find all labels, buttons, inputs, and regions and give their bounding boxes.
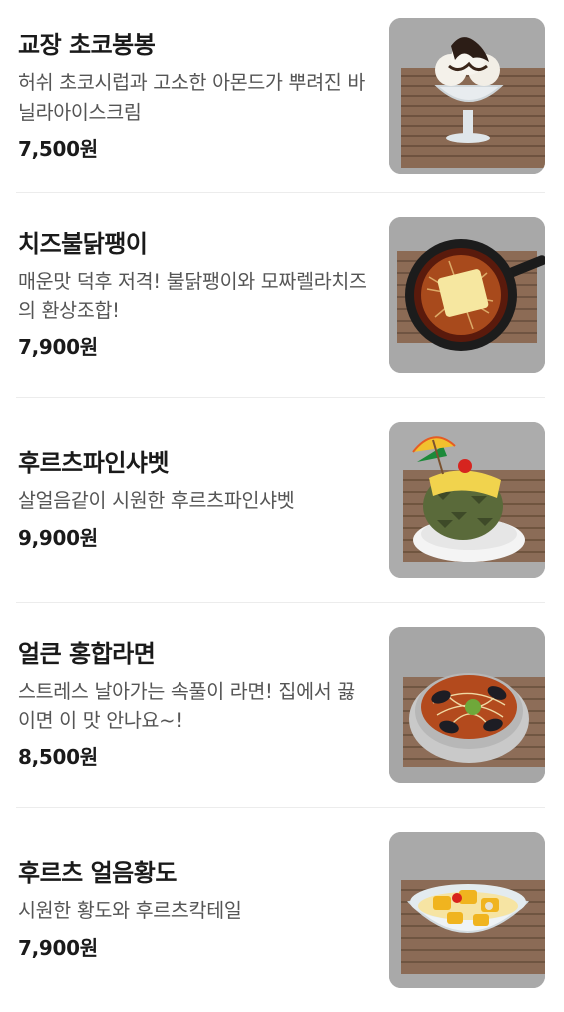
menu-price: 8,500원: [18, 745, 98, 770]
menu-name: 후르츠파인샤벳: [18, 449, 170, 478]
menu-name: 교장 초코봉봉: [18, 31, 156, 60]
menu-price: 7,500원: [18, 136, 98, 161]
chocolate-icecream-sundae-icon: [389, 18, 545, 174]
menu-price: 9,900원: [18, 525, 98, 550]
menu-image[interactable]: [389, 626, 545, 783]
menu-price: 7,900원: [18, 335, 98, 360]
pineapple-sherbet-icon: [389, 421, 545, 578]
menu-description: 시원한 황도와 후르츠칵테일: [18, 899, 242, 923]
menu-info: 후르츠파인샤벳 살얼음같이 시원한 후르츠파인샤벳 9,900원: [18, 448, 389, 550]
menu-info: 교장 초코봉봉 허쉬 초코시럽과 고소한 아몬드가 뿌려진 바닐라아이스크림 7…: [18, 30, 389, 162]
menu-item-cheese-buldak-paengi[interactable]: 치즈불닭팽이 매운맛 덕후 저격! 불닭팽이와 모짜렐라치즈의 환상조합! 7,…: [0, 192, 564, 397]
menu-description: 살얼음같이 시원한 후르츠파인샤벳: [18, 489, 295, 513]
menu-description: 스트레스 날아가는 속풀이 라면! 집에서 끓이면 이 맛 안나요~!: [18, 679, 355, 732]
menu-image[interactable]: [389, 18, 545, 174]
menu-description: 허쉬 초코시럽과 고소한 아몬드가 뿌려진 바닐라아이스크림: [18, 71, 366, 124]
menu-list: 교장 초코봉봉 허쉬 초코시럽과 고소한 아몬드가 뿌려진 바닐라아이스크림 7…: [0, 0, 564, 1012]
menu-name: 얼큰 홍합라면: [18, 639, 156, 668]
menu-info: 치즈불닭팽이 매운맛 덕후 저격! 불닭팽이와 모짜렐라치즈의 환상조합! 7,…: [18, 229, 389, 361]
mussel-ramen-pot-icon: [389, 626, 545, 783]
menu-info: 후르츠 얼음황도 시원한 황도와 후르츠칵테일 7,900원: [18, 858, 389, 960]
menu-name: 치즈불닭팽이: [18, 229, 148, 258]
cheese-fire-chicken-mushroom-pan-icon: [389, 216, 545, 373]
menu-image[interactable]: [389, 831, 545, 988]
menu-price: 7,900원: [18, 935, 98, 960]
menu-name: 후르츠 얼음황도: [18, 859, 177, 888]
menu-image[interactable]: [389, 421, 545, 578]
menu-info: 얼큰 홍합라면 스트레스 날아가는 속풀이 라면! 집에서 끓이면 이 맛 안나…: [18, 639, 389, 771]
menu-item-spicy-mussel-ramen[interactable]: 얼큰 홍합라면 스트레스 날아가는 속풀이 라면! 집에서 끓이면 이 맛 안나…: [0, 602, 564, 807]
menu-item-fruits-iced-peach[interactable]: 후르츠 얼음황도 시원한 황도와 후르츠칵테일 7,900원: [0, 807, 564, 1012]
menu-item-fruits-pine-sherbet[interactable]: 후르츠파인샤벳 살얼음같이 시원한 후르츠파인샤벳 9,900원: [0, 397, 564, 602]
menu-description: 매운맛 덕후 저격! 불닭팽이와 모짜렐라치즈의 환상조합!: [18, 269, 367, 322]
iced-peach-fruit-bowl-icon: [389, 831, 545, 988]
menu-image[interactable]: [389, 216, 545, 373]
menu-item-choco-bongbong[interactable]: 교장 초코봉봉 허쉬 초코시럽과 고소한 아몬드가 뿌려진 바닐라아이스크림 7…: [0, 0, 564, 192]
